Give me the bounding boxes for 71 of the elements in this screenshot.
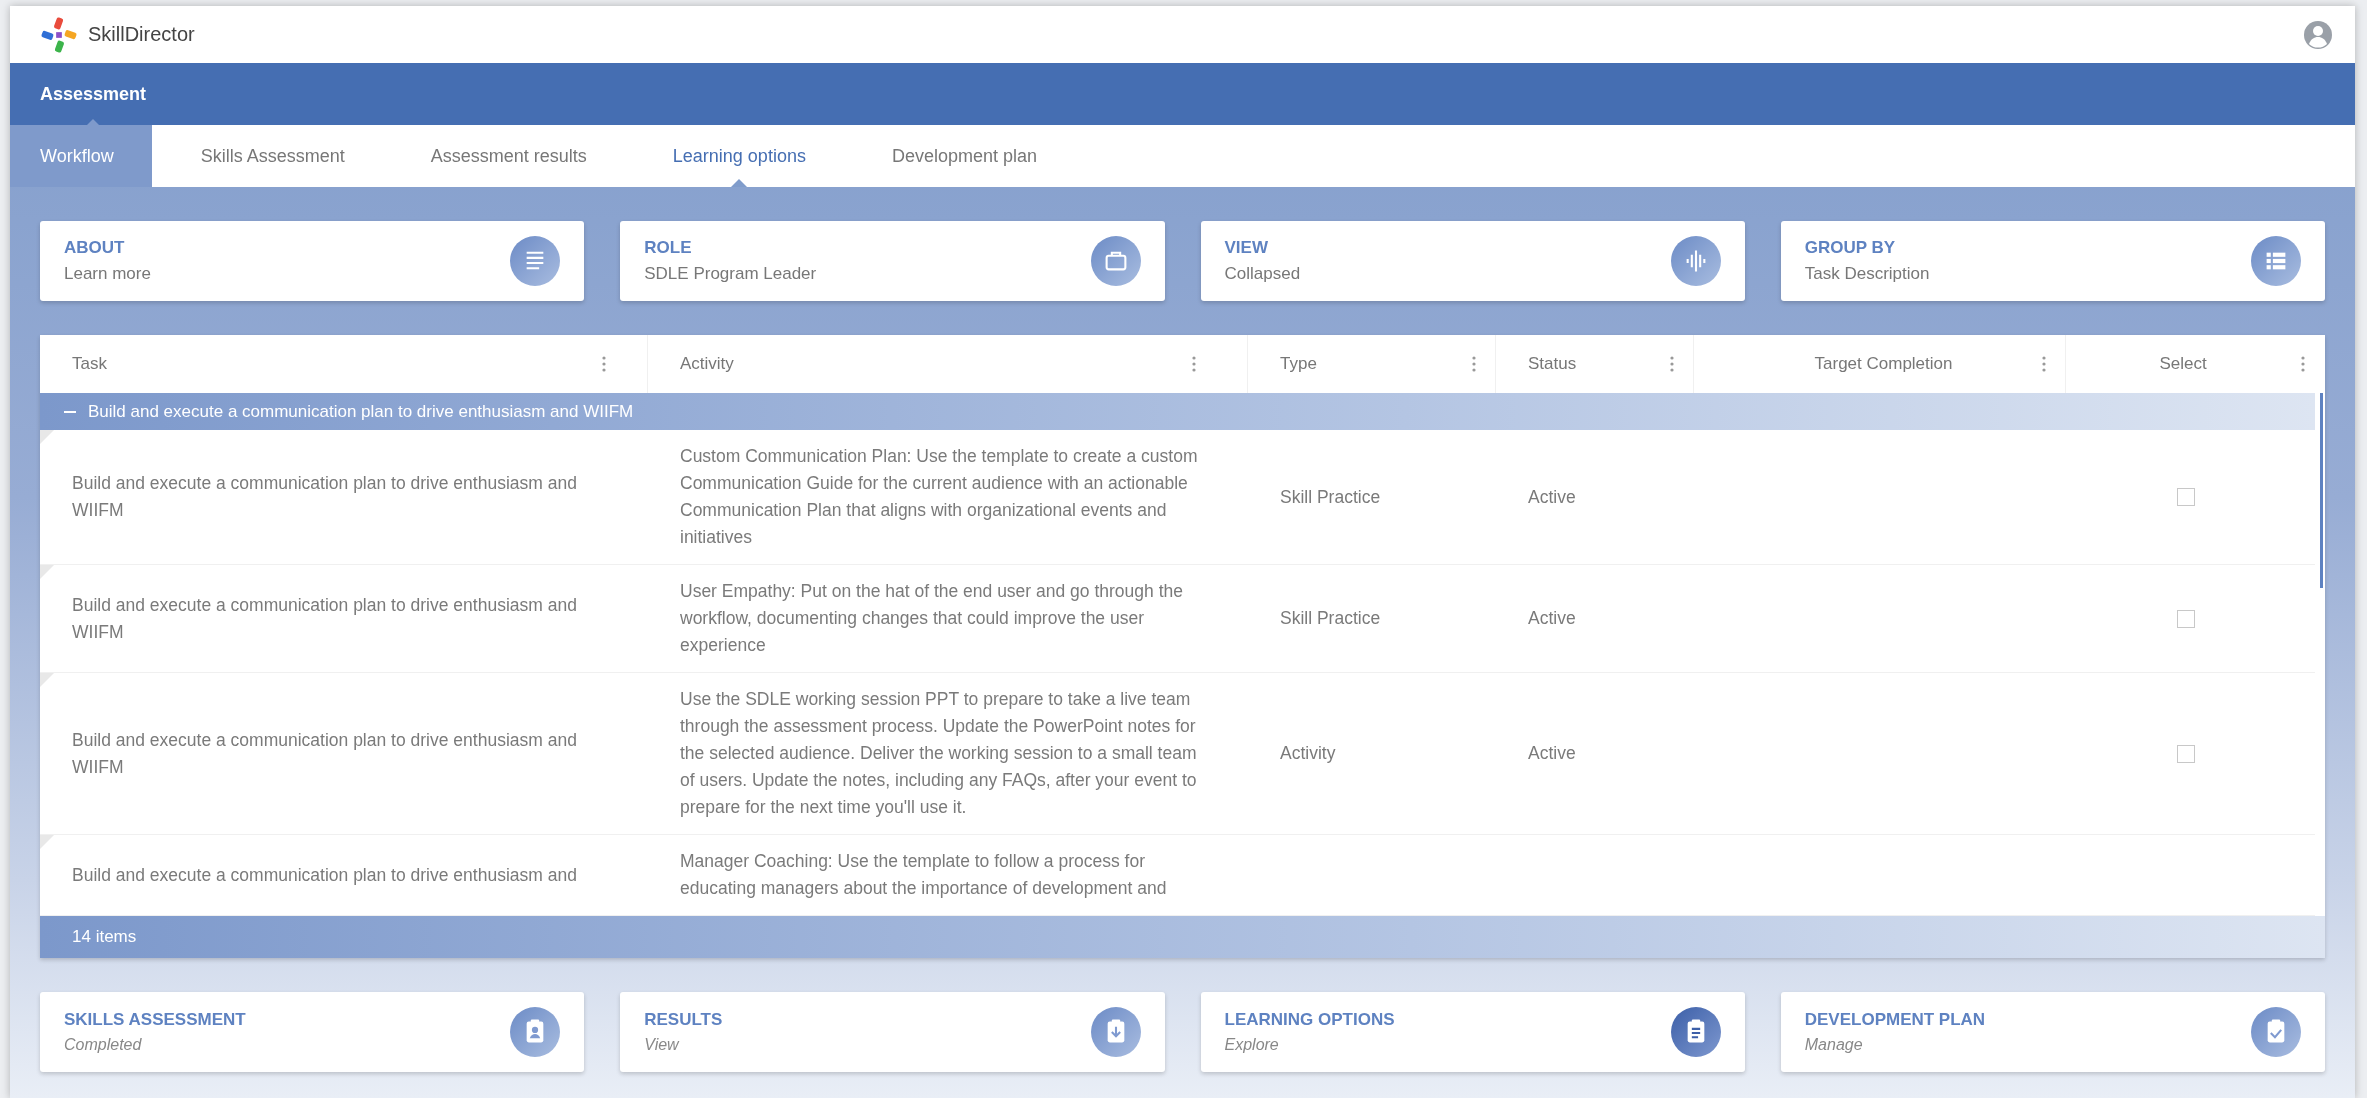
card-value: SDLE Program Leader xyxy=(644,264,817,284)
group-label: Build and execute a communication plan to drive enthusiasm and WIIFM xyxy=(88,401,634,422)
activity-cell-text: User Empathy: Put on the hat of the end user and go through the workflow, documenting changes that could improve the user experience xyxy=(680,580,1184,657)
more-icon[interactable] xyxy=(1191,355,1197,373)
app-name: SkillDirector xyxy=(88,23,195,46)
activity-cell-text: Manager Coaching: Use the template to follow a process for educating managers about the importance of development and xyxy=(680,850,1168,900)
scrollbar-thumb[interactable] xyxy=(2320,393,2323,588)
type-cell-text: Skill Practice xyxy=(1280,485,1381,509)
logo-icon xyxy=(40,15,78,54)
filter-card[interactable]: ABOUT Learn more xyxy=(40,221,585,301)
workflow-button[interactable]: Workflow xyxy=(10,125,152,187)
status-cell-text: Active xyxy=(1528,607,1576,630)
filter-card[interactable]: VIEW Collapsed xyxy=(1200,221,1745,301)
step-card[interactable]: DEVELOPMENT PLAN Manage xyxy=(1780,992,2325,1072)
select-checkbox[interactable] xyxy=(2177,488,2195,506)
card-title: RESULTS xyxy=(644,1010,723,1030)
more-icon[interactable] xyxy=(601,355,607,373)
activity-cell-text: Use the SDLE working session PPT to prepare to take a live team through the assessment process. Update the PowerPoint notes for the selected audience. Deliver the working session to a small team of users. Update the notes, including any FAQs, after your event to prepare for the next time you'll use it. xyxy=(680,688,1198,819)
select-checkbox[interactable] xyxy=(2177,744,2195,763)
tab[interactable]: Learning options xyxy=(635,125,843,187)
waveform-icon xyxy=(1670,236,1721,286)
user-avatar-icon[interactable] xyxy=(2303,19,2333,50)
column-header[interactable]: Task xyxy=(72,354,601,374)
row-corner-mark xyxy=(40,430,54,444)
card-status: Explore xyxy=(1224,1036,1280,1054)
more-icon[interactable] xyxy=(2041,355,2047,373)
task-cell-text: Build and execute a communication plan to drive enthusiasm and WIIFM xyxy=(72,472,578,522)
card-title: ABOUT xyxy=(64,238,126,258)
card-title: DEVELOPMENT PLAN xyxy=(1804,1010,1986,1030)
more-icon[interactable] xyxy=(1669,355,1675,373)
column-header[interactable]: Target Completion xyxy=(1726,354,2041,374)
card-value: Learn more xyxy=(64,264,151,284)
step-card[interactable]: SKILLS ASSESSMENT Completed xyxy=(40,992,585,1072)
column-header[interactable]: Activity xyxy=(680,354,1191,374)
tab[interactable]: Assessment results xyxy=(393,125,624,187)
task-cell-text: Build and execute a communication plan to drive enthusiasm and WIIFM xyxy=(72,593,578,644)
activity-cell-text: Custom Communication Plan: Use the template to create a custom Communication Guide for the current audience with an actionable Communication Plan that aligns with organizational events and initiatives xyxy=(680,445,1198,549)
card-title: LEARNING OPTIONS xyxy=(1224,1010,1395,1030)
card-status: Completed xyxy=(64,1036,143,1054)
tab[interactable]: Development plan xyxy=(854,125,1074,187)
column-header[interactable]: Type xyxy=(1280,354,1471,374)
type-cell-text: Skill Practice xyxy=(1280,607,1381,630)
more-icon[interactable] xyxy=(2300,355,2306,373)
briefcase-icon xyxy=(1090,236,1141,286)
card-title: ROLE xyxy=(644,238,693,258)
filter-card[interactable]: ROLE SDLE Program Leader xyxy=(620,221,1165,301)
more-icon[interactable] xyxy=(1471,355,1477,373)
task-cell-text: Build and execute a communication plan to drive enthusiasm and xyxy=(72,863,577,887)
step-card[interactable]: LEARNING OPTIONS Explore xyxy=(1200,992,1745,1072)
card-status: View xyxy=(644,1036,681,1054)
column-header[interactable]: Select xyxy=(2066,354,2300,374)
group-row[interactable]: Build and execute a communication plan to drive enthusiasm and WIIFM xyxy=(40,393,2315,430)
nav-tab[interactable]: Assessment xyxy=(40,63,147,125)
task-cell-text: Build and execute a communication plan to drive enthusiasm and WIIFM xyxy=(72,728,578,779)
step-card[interactable]: RESULTS View xyxy=(620,992,1165,1072)
column-header[interactable]: Status xyxy=(1528,354,1669,374)
select-checkbox[interactable] xyxy=(2177,609,2195,628)
card-title: VIEW xyxy=(1224,238,1269,258)
list-icon xyxy=(2251,236,2301,286)
filter-card[interactable]: GROUP BY Task Description xyxy=(1780,221,2325,301)
card-value: Collapsed xyxy=(1224,264,1301,284)
status-cell-text: Active xyxy=(1528,485,1576,509)
status-cell-text: Active xyxy=(1528,742,1576,765)
card-title: SKILLS ASSESSMENT xyxy=(64,1010,246,1030)
lines-icon xyxy=(510,236,561,286)
type-cell-text: Activity xyxy=(1280,742,1336,765)
card-value: Task Description xyxy=(1804,264,1930,284)
item-count: 14 items xyxy=(72,927,137,947)
card-status: Manage xyxy=(1804,1036,1864,1054)
card-title: GROUP BY xyxy=(1804,238,1897,258)
tab[interactable]: Skills Assessment xyxy=(163,125,382,187)
